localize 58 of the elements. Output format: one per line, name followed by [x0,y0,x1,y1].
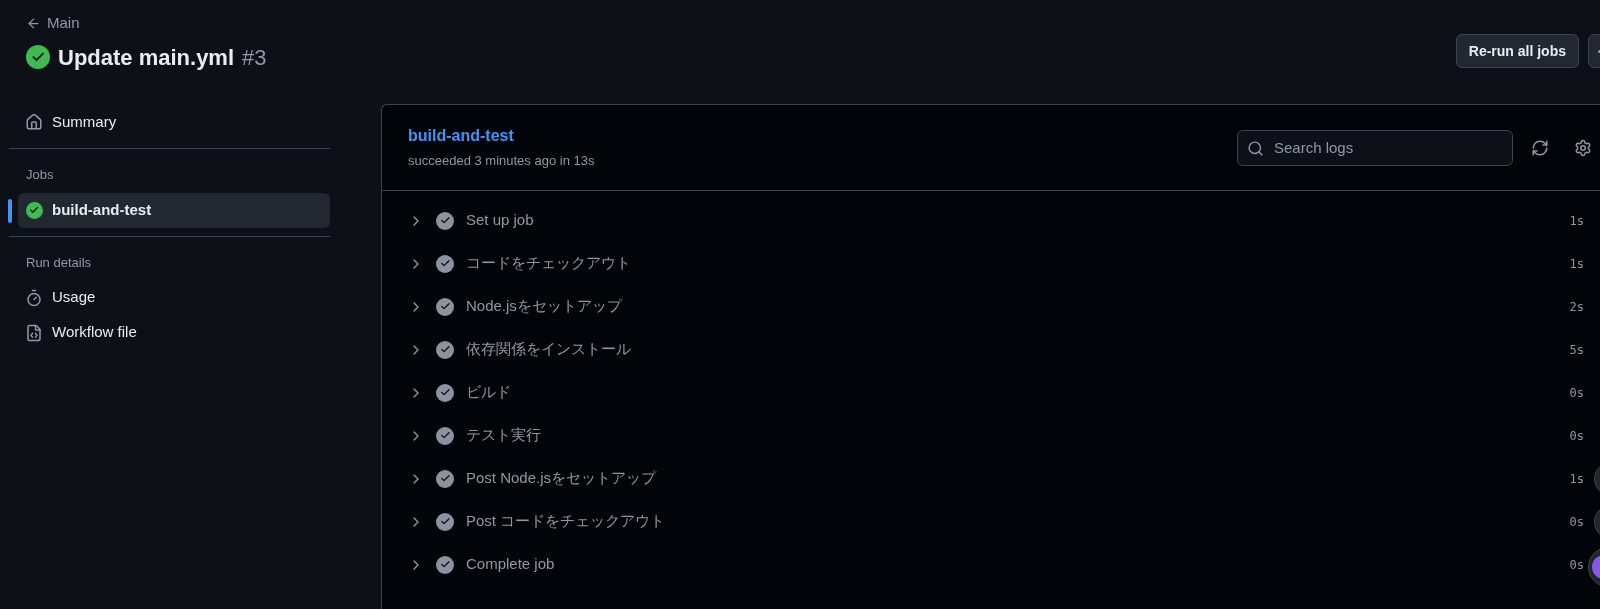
step-row[interactable]: Post Node.jsをセットアップ 1s [382,457,1588,500]
step-duration: 2s [1569,298,1584,316]
step-row[interactable]: ビルド 0s [382,371,1588,414]
step-duration: 0s [1569,427,1584,445]
success-check-icon [26,201,43,219]
success-check-icon [26,45,50,69]
back-link[interactable]: Main [26,12,267,35]
settings-icon[interactable] [1574,138,1592,157]
search-icon [1247,139,1264,157]
step-label: ビルド [466,382,512,403]
step-row[interactable]: Complete job 0s [382,543,1588,586]
step-duration: 0s [1569,384,1584,402]
job-name: build-and-test [408,126,515,147]
stopwatch-icon [25,288,43,307]
step-label: コードをチェックアウト [466,253,632,274]
success-check-icon [436,426,454,445]
success-check-icon [436,297,454,316]
success-check-icon [436,469,454,488]
job-item[interactable]: build-and-test [18,192,330,228]
step-duration: 0s [1569,513,1584,531]
sidebar-item[interactable]: Summary [9,104,330,140]
step-row[interactable]: テスト実行 0s [382,414,1588,457]
step-row[interactable]: 依存関係をインストール 5s [382,328,1588,371]
run-title: Update main.yml [58,43,235,72]
success-check-icon [436,555,454,574]
step-duration: 1s [1569,470,1584,488]
step-label: Node.jsをセットアップ [466,296,624,317]
success-check-icon [436,254,454,273]
success-check-icon [436,211,454,230]
success-check-icon [436,512,454,531]
step-label: Complete job [466,554,556,575]
file-code-icon [25,323,43,342]
step-row[interactable]: Post コードをチェックアウト 0s [382,500,1588,543]
success-check-icon [436,340,454,359]
step-label: Post Node.jsをセットアップ [466,468,658,489]
search-field[interactable]: Search logs [1237,129,1513,166]
sidebar-item[interactable]: Usage [9,280,330,315]
job-summary: succeeded 3 minutes ago in 13s [408,152,595,171]
section-heading: Jobs [25,166,55,184]
step-row[interactable]: Node.jsをセットアップ 2s [382,285,1588,328]
home-icon [25,113,43,131]
step-label: Set up job [466,210,535,231]
step-duration: 1s [1569,255,1584,273]
back-arrow-icon [26,15,41,31]
step-duration: 0s [1569,556,1584,574]
step-label: テスト実行 [466,425,542,446]
step-label: 依存関係をインストール [466,339,632,360]
success-check-icon [436,383,454,402]
refresh-icon[interactable] [1531,138,1549,157]
step-row[interactable]: コードをチェックアウト 1s [382,242,1588,285]
step-duration: 5s [1569,341,1584,359]
step-row[interactable]: Set up job 1s [382,199,1588,242]
step-label: Post コードをチェックアウト [466,511,667,532]
step-duration: 1s [1569,212,1584,230]
sidebar-item[interactable]: Workflow file [9,315,330,350]
section-heading: Run details [25,253,93,272]
run-number: #3 [242,43,267,72]
rerun-button[interactable]: Re-run all jobs [1455,34,1579,68]
